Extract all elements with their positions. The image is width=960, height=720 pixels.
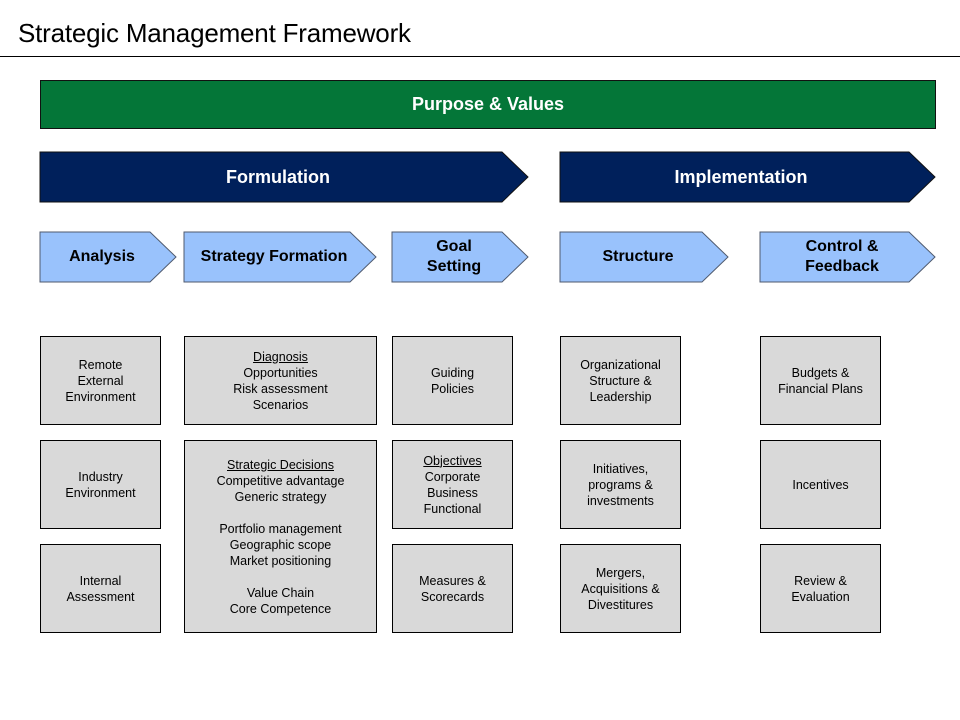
box-line: Organizational (580, 357, 661, 372)
box-line: Core Competence (229, 601, 332, 616)
box-line: Divestitures (587, 597, 654, 612)
box-line: Business (427, 485, 478, 500)
box-organizational-structure: Organizational Structure & Leadership (560, 336, 681, 425)
box-budgets-financial-plans: Budgets & Financial Plans (760, 336, 881, 425)
box-heading: Objectives (423, 453, 482, 468)
box-line: Policies (430, 381, 475, 396)
box-line: Risk assessment (233, 381, 328, 396)
box-line: Opportunities (243, 365, 318, 380)
phase-formulation-label: Formulation (226, 167, 330, 187)
box-line: Market positioning (229, 553, 332, 568)
box-line: Internal (79, 573, 122, 588)
step-control-feedback: Control & Feedback (759, 231, 936, 283)
box-line: Functional (423, 501, 482, 516)
box-line: investments (587, 493, 654, 508)
box-line: Scenarios (252, 397, 309, 412)
box-line: Remote (78, 357, 123, 372)
box-diagnosis: Diagnosis Opportunities Risk assessment Sce… (184, 336, 377, 425)
box-line: Budgets & (791, 365, 850, 380)
box-strategic-decisions: Strategic Decisions Competitive advantage… (184, 440, 377, 633)
purpose-values-banner: Purpose & Values (40, 80, 936, 129)
box-line: Acquisitions & (581, 581, 660, 596)
box-line: Portfolio management (219, 521, 342, 536)
box-line: Scorecards (420, 589, 485, 604)
box-line: Industry (78, 469, 123, 484)
box-line: Measures & (419, 573, 486, 588)
box-guiding-policies: Guiding Policies (392, 336, 513, 425)
box-line: Financial Plans (778, 381, 863, 396)
box-line: Guiding (430, 365, 475, 380)
box-line: Structure & (589, 373, 652, 388)
step-strategy-formation: Strategy Formation (183, 231, 377, 283)
box-line: Assessment (66, 589, 135, 604)
box-line: Environment (65, 389, 136, 404)
box-line: Generic strategy (234, 489, 327, 504)
box-mergers-acquisitions: Mergers, Acquisitions & Divestitures (560, 544, 681, 633)
step-control-feedback-label: Control & Feedback (805, 238, 879, 275)
purpose-values-label: Purpose & Values (411, 94, 565, 114)
box-line: Geographic scope (229, 537, 332, 552)
box-industry-environment: Industry Environment (40, 440, 161, 529)
step-strategy-formation-label: Strategy Formation (200, 248, 348, 265)
step-analysis-label: Analysis (69, 248, 135, 265)
box-initiatives-programs: Initiatives, programs & investments (560, 440, 681, 529)
box-line: Leadership (589, 389, 652, 404)
box-line: Value Chain (246, 585, 315, 600)
box-review-evaluation: Review & Evaluation (760, 544, 881, 633)
step-goal-setting: Goal Setting (391, 231, 529, 283)
box-measures-scorecards: Measures & Scorecards (392, 544, 513, 633)
box-remote-external-environment: Remote External Environment (40, 336, 161, 425)
phase-implementation-label: Implementation (674, 167, 808, 187)
box-internal-assessment: Internal Assessment (40, 544, 161, 633)
box-line: Corporate (424, 469, 481, 484)
box-incentives: Incentives (760, 440, 881, 529)
title-divider (0, 56, 960, 57)
box-objectives: Objectives Corporate Business Functional (392, 440, 513, 529)
box-line: External (77, 373, 124, 388)
box-line: Initiatives, (592, 461, 649, 476)
page-title: Strategic Management Framework (18, 18, 411, 48)
box-line: programs & (588, 477, 653, 492)
box-line: Competitive advantage (216, 473, 345, 488)
phase-implementation: Implementation (559, 151, 936, 203)
step-analysis: Analysis (39, 231, 177, 283)
step-goal-setting-label: Goal Setting (426, 238, 482, 275)
box-line: Mergers, (595, 565, 646, 580)
phase-formulation: Formulation (39, 151, 529, 203)
box-heading: Diagnosis (253, 349, 308, 364)
box-heading: Strategic Decisions (227, 457, 334, 472)
box-line: Environment (65, 485, 136, 500)
box-line: Evaluation (791, 589, 850, 604)
step-structure-label: Structure (602, 248, 674, 265)
box-line: Incentives (792, 477, 849, 492)
box-line: Review & (794, 573, 847, 588)
step-structure: Structure (559, 231, 729, 283)
